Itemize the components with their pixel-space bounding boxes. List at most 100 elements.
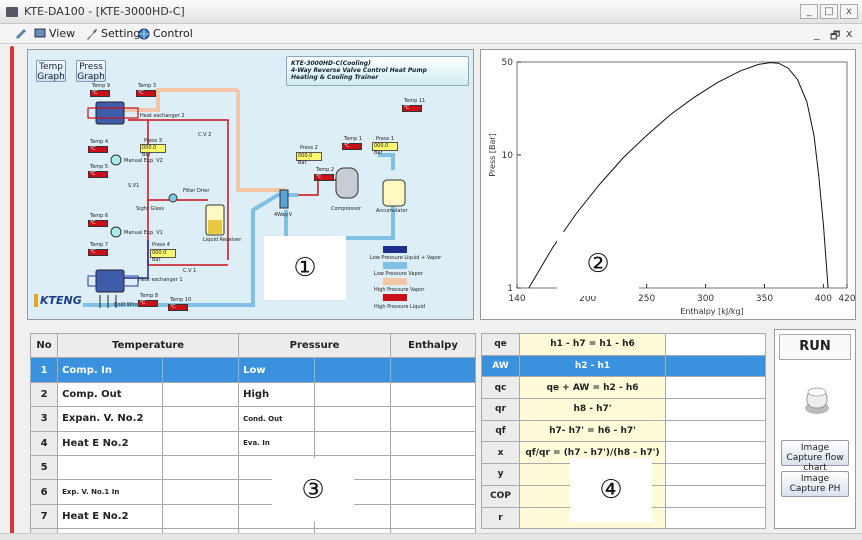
menu-control-label: Control bbox=[153, 27, 193, 40]
legend-low-pressure-vapor: Low Pressure Vapor bbox=[374, 271, 423, 277]
legend-low-pressure-liquid-vapor: Low Pressure Liquid + Vapor bbox=[370, 255, 442, 261]
formula-label: y bbox=[481, 463, 520, 486]
formula-expression: qe + AW = h2 - h6 bbox=[519, 376, 666, 400]
maximize-button[interactable]: □ bbox=[820, 4, 838, 19]
row-number: 2 bbox=[29, 381, 59, 408]
temp1-value: ℃ bbox=[342, 143, 362, 150]
menu-control[interactable]: Control bbox=[138, 27, 193, 40]
formula-value bbox=[665, 398, 766, 421]
mdi-restore-button[interactable]: 🗗 bbox=[830, 27, 840, 46]
label-sv1: S.V1 bbox=[128, 183, 140, 189]
table-row[interactable]: 6 Exp. V. No.1 In bbox=[29, 479, 476, 505]
row-number: 4 bbox=[29, 430, 59, 456]
image-capture-ph-button[interactable]: Image Capture PH bbox=[781, 471, 849, 497]
legend-swatch-hpl bbox=[383, 294, 407, 301]
power-switch-icon[interactable] bbox=[797, 382, 837, 422]
formula-row[interactable]: qf h7- h7' = h6 - h7' bbox=[481, 419, 766, 443]
formula-expression: h2 - h1 bbox=[519, 354, 666, 378]
x-tick-label: 300 bbox=[697, 294, 714, 304]
temperature-label: Expan. V. No.2 bbox=[57, 406, 164, 432]
temperature-value bbox=[162, 357, 240, 383]
close-button[interactable]: x bbox=[840, 4, 858, 19]
row-number: 7 bbox=[29, 503, 59, 530]
label-liquid-receiver: Liquid Receiver bbox=[203, 237, 242, 243]
header-no: No bbox=[29, 332, 59, 359]
row-number: 3 bbox=[29, 406, 59, 432]
pressure-label: Cond. Out bbox=[238, 406, 316, 432]
tools-icon[interactable] bbox=[14, 27, 28, 39]
label-temp10: Temp 10 bbox=[170, 297, 192, 303]
press4-value: 000.0 Bar bbox=[150, 249, 176, 263]
label-heat-exchanger-2: Heat exchanger 2 bbox=[140, 113, 185, 119]
y-tick-label: 1 bbox=[507, 284, 513, 294]
view-icon bbox=[34, 28, 46, 38]
temp6-value: ℃ bbox=[88, 220, 108, 227]
status-bar bbox=[0, 533, 862, 540]
minimize-button[interactable]: _ bbox=[800, 4, 818, 19]
temperature-label: Heat E No.2 bbox=[57, 430, 164, 456]
mdi-close-button[interactable]: x bbox=[846, 27, 853, 40]
header-enthalpy: Enthalpy bbox=[390, 332, 476, 359]
table-row[interactable]: 5 bbox=[29, 454, 476, 481]
temp11-value: ℃ bbox=[402, 105, 422, 112]
label-cv1: C.V 1 bbox=[183, 268, 197, 274]
temp3-value: ℃ bbox=[136, 90, 156, 97]
table-row[interactable]: 4 Heat E No.2 Eva. In bbox=[29, 430, 476, 456]
label-temp6: Temp 6 bbox=[90, 213, 109, 219]
formula-row[interactable]: qc qe + AW = h2 - h6 bbox=[481, 376, 766, 400]
enthalpy-value bbox=[390, 357, 476, 383]
formula-label: x bbox=[481, 441, 520, 465]
formula-label: qr bbox=[481, 398, 520, 421]
temperature-value bbox=[162, 479, 240, 505]
legend-high-pressure-liquid: High Pressure Liquid bbox=[374, 304, 426, 310]
formula-row[interactable]: AW h2 - h1 bbox=[481, 354, 766, 378]
label-accumulator: Accumulator bbox=[376, 208, 408, 214]
run-button[interactable]: RUN bbox=[779, 334, 851, 360]
temperature-label: Heat E No.2 bbox=[57, 503, 164, 530]
table-row[interactable]: 2 Comp. Out High bbox=[29, 381, 476, 408]
label-heat-exchanger-1: Heat exchanger 1 bbox=[138, 277, 183, 283]
window-title: KTE-DA100 - [KTE-3000HD-C] bbox=[24, 5, 185, 18]
header-pressure: Pressure bbox=[238, 332, 392, 359]
temperature-label: Comp. In bbox=[57, 357, 164, 383]
formula-value bbox=[665, 506, 766, 530]
temp2-value: ℃ bbox=[314, 174, 334, 181]
temperature-value bbox=[162, 430, 240, 456]
menu-view[interactable]: View bbox=[34, 27, 75, 40]
formula-row[interactable]: qr h8 - h7' bbox=[481, 398, 766, 421]
label-press2: Press 2 bbox=[300, 145, 318, 151]
x-tick-label: 400 bbox=[815, 294, 832, 304]
app-window: KTE-DA100 - [KTE-3000HD-C] _ □ x View Se… bbox=[0, 0, 862, 540]
menu-setting[interactable]: Setting bbox=[86, 27, 140, 40]
label-temp4: Temp 4 bbox=[90, 139, 109, 145]
label-compressor: Compressor bbox=[331, 206, 361, 212]
kteng-logo: KTENG bbox=[34, 294, 82, 307]
app-icon bbox=[6, 7, 18, 17]
label-temp2: Temp 2 bbox=[316, 167, 335, 173]
section-marker-2: ② bbox=[557, 232, 639, 296]
control-panel: RUN Image Capture flow chart Image Captu… bbox=[774, 329, 856, 529]
temperature-label: Exp. V. No.1 In bbox=[57, 479, 164, 505]
pressure-value bbox=[314, 357, 392, 383]
formula-expression: h8 - h7' bbox=[519, 398, 666, 421]
temperature-value bbox=[162, 503, 240, 530]
formula-row[interactable]: qe h1 - h7 = h1 - h6 bbox=[481, 333, 766, 356]
formula-value bbox=[665, 354, 766, 378]
globe-icon bbox=[138, 28, 150, 39]
enthalpy-value bbox=[390, 479, 476, 505]
mdi-minimize-button[interactable]: _ bbox=[814, 27, 820, 40]
table-row[interactable]: 7 Heat E No.2 bbox=[29, 503, 476, 530]
temperature-value bbox=[162, 406, 240, 432]
formula-expression: h1 - h7 = h1 - h6 bbox=[519, 333, 666, 356]
pressure-label: Low bbox=[238, 357, 316, 383]
table-row[interactable]: 1 Comp. In Low bbox=[29, 357, 476, 383]
temperature-label: Comp. Out bbox=[57, 381, 164, 408]
label-sight-glass: Sight Glass bbox=[136, 206, 164, 212]
formula-value bbox=[665, 419, 766, 443]
y-tick-label: 10 bbox=[502, 151, 514, 161]
pressure-label: Eva. In bbox=[238, 430, 316, 456]
press3-value: 000.0 Bar bbox=[140, 144, 166, 158]
table-row[interactable]: 3 Expan. V. No.2 Cond. Out bbox=[29, 406, 476, 432]
ph-chart: 140 200 250 300 350 400 42011050Enthalpy [kJ/k… bbox=[488, 58, 856, 316]
image-capture-flow-chart-button[interactable]: Image Capture flow chart bbox=[781, 440, 849, 473]
